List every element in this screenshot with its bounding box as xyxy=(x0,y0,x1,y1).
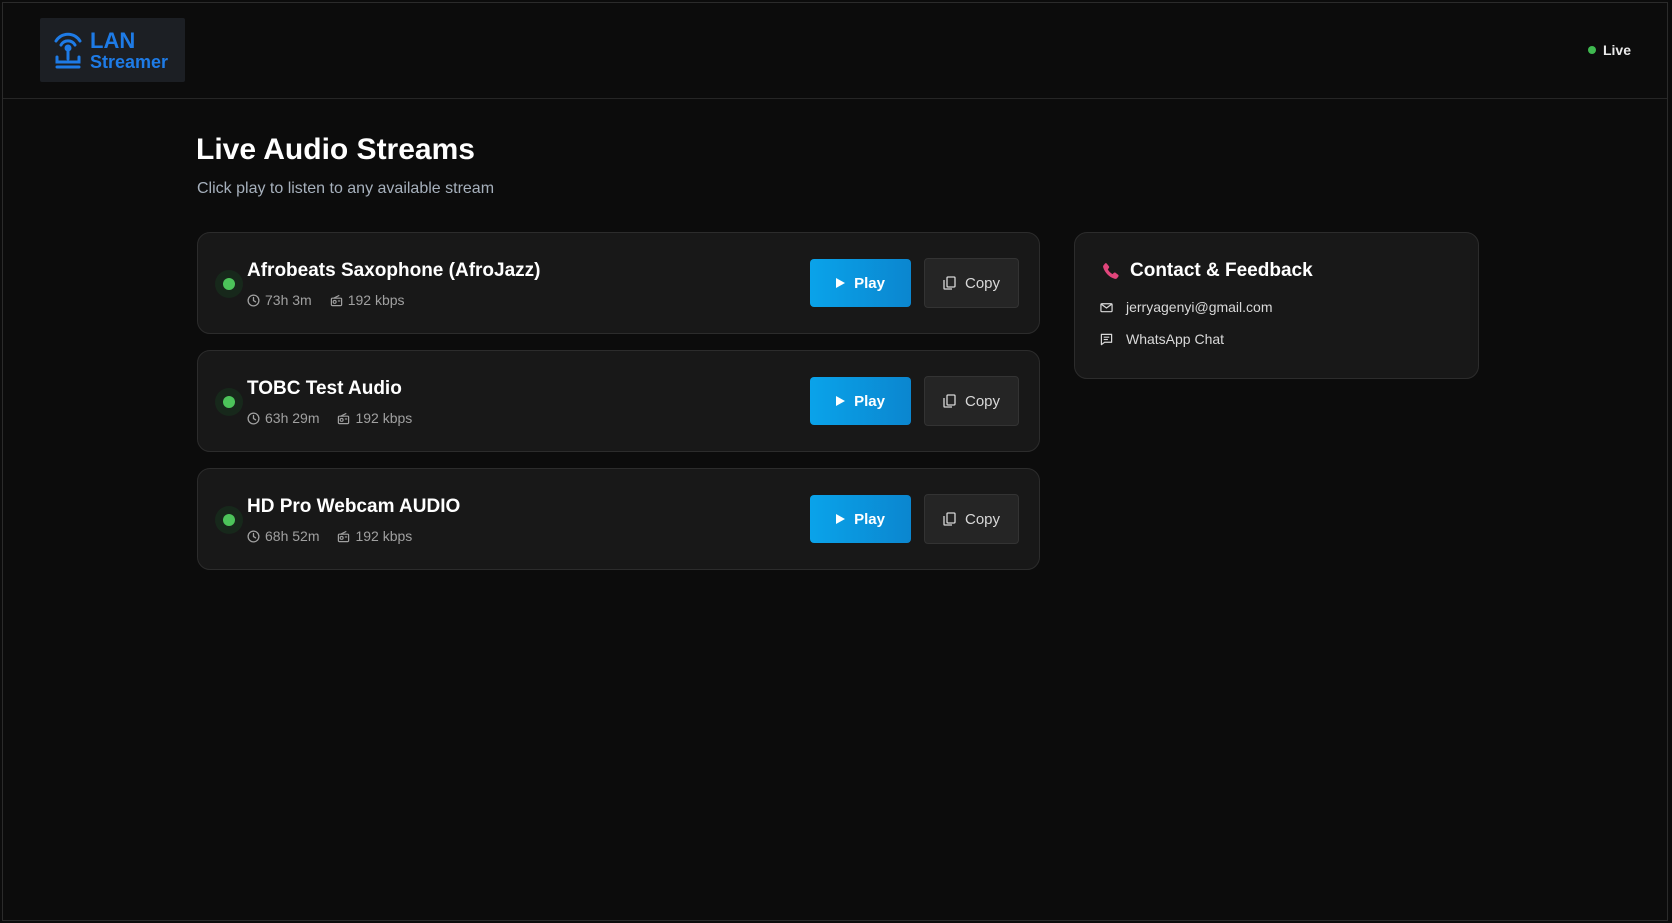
radio-icon xyxy=(338,530,350,542)
stream-bitrate: 192 kbps xyxy=(347,292,405,308)
page-title: Live Audio Streams xyxy=(196,133,475,166)
play-icon xyxy=(836,396,846,406)
stream-card: Afrobeats Saxophone (AfroJazz) 73h 3m 19… xyxy=(197,232,1040,334)
logo-text-lan: LAN xyxy=(90,27,136,53)
clock-icon xyxy=(247,293,260,307)
copy-button[interactable]: Copy xyxy=(924,376,1019,426)
contact-title-label: Contact & Feedback xyxy=(1130,260,1313,281)
play-button[interactable]: Play xyxy=(810,495,911,543)
stream-card: HD Pro Webcam AUDIO 68h 52m 192 kbps Pla… xyxy=(197,468,1040,570)
stream-uptime: 63h 29m xyxy=(265,410,320,426)
copy-button-label: Copy xyxy=(964,392,1001,410)
stream-meta: 73h 3m 192 kbps xyxy=(247,292,405,308)
logo-text-streamer: Streamer xyxy=(90,51,169,72)
contact-card: Contact & Feedback jerryagenyi@gmail.com… xyxy=(1074,232,1479,379)
stream-bitrate: 192 kbps xyxy=(355,410,413,426)
broadcast-tower-icon xyxy=(54,32,82,69)
stream-bitrate: 192 kbps xyxy=(355,528,413,544)
copy-button-label: Copy xyxy=(964,274,1001,292)
contact-whatsapp-label[interactable]: WhatsApp Chat xyxy=(1126,331,1224,347)
live-status: Live xyxy=(1587,42,1631,58)
contact-email-label[interactable]: jerryagenyi@gmail.com xyxy=(1126,299,1272,315)
play-button-label: Play xyxy=(854,392,885,410)
app-window: LAN Streamer Live Live Audio Streams Cli… xyxy=(2,2,1668,921)
stream-meta: 63h 29m 192 kbps xyxy=(247,410,412,426)
play-button[interactable]: Play xyxy=(810,259,911,307)
play-icon xyxy=(836,514,846,524)
chat-icon xyxy=(1100,333,1113,345)
top-header: LAN Streamer Live xyxy=(3,3,1667,99)
contact-title: Contact & Feedback xyxy=(1101,260,1313,282)
play-button-label: Play xyxy=(854,510,885,528)
stream-status-icon xyxy=(215,506,243,534)
live-dot-icon xyxy=(1587,46,1596,54)
stream-status-icon xyxy=(215,270,243,298)
stream-uptime: 68h 52m xyxy=(265,528,320,544)
play-icon xyxy=(836,278,846,288)
stream-meta: 68h 52m 192 kbps xyxy=(247,528,412,544)
phone-icon xyxy=(1103,263,1119,279)
stream-card: TOBC Test Audio 63h 29m 192 kbps Play Co… xyxy=(197,350,1040,452)
stream-name: Afrobeats Saxophone (AfroJazz) xyxy=(247,260,541,281)
stream-status-icon xyxy=(215,388,243,416)
copy-button[interactable]: Copy xyxy=(924,258,1019,308)
copy-icon xyxy=(943,276,956,290)
contact-whatsapp[interactable]: WhatsApp Chat xyxy=(1100,331,1224,347)
stream-name: HD Pro Webcam AUDIO xyxy=(247,496,461,517)
play-button-label: Play xyxy=(854,274,885,292)
copy-icon xyxy=(943,394,956,408)
play-button[interactable]: Play xyxy=(810,377,911,425)
live-status-label: Live xyxy=(1602,42,1631,58)
clock-icon xyxy=(247,411,260,425)
copy-button[interactable]: Copy xyxy=(924,494,1019,544)
stream-uptime: 73h 3m xyxy=(265,292,312,308)
stream-list: Afrobeats Saxophone (AfroJazz) 73h 3m 19… xyxy=(197,232,1040,586)
page-subtitle: Click play to listen to any available st… xyxy=(197,180,495,197)
contact-email[interactable]: jerryagenyi@gmail.com xyxy=(1100,299,1272,315)
mail-icon xyxy=(1100,302,1113,312)
copy-icon xyxy=(943,512,956,526)
radio-icon xyxy=(338,412,350,424)
copy-button-label: Copy xyxy=(964,510,1001,528)
radio-icon xyxy=(330,294,342,306)
stream-name: TOBC Test Audio xyxy=(247,378,402,399)
app-logo[interactable]: LAN Streamer xyxy=(40,18,185,82)
clock-icon xyxy=(247,529,260,543)
